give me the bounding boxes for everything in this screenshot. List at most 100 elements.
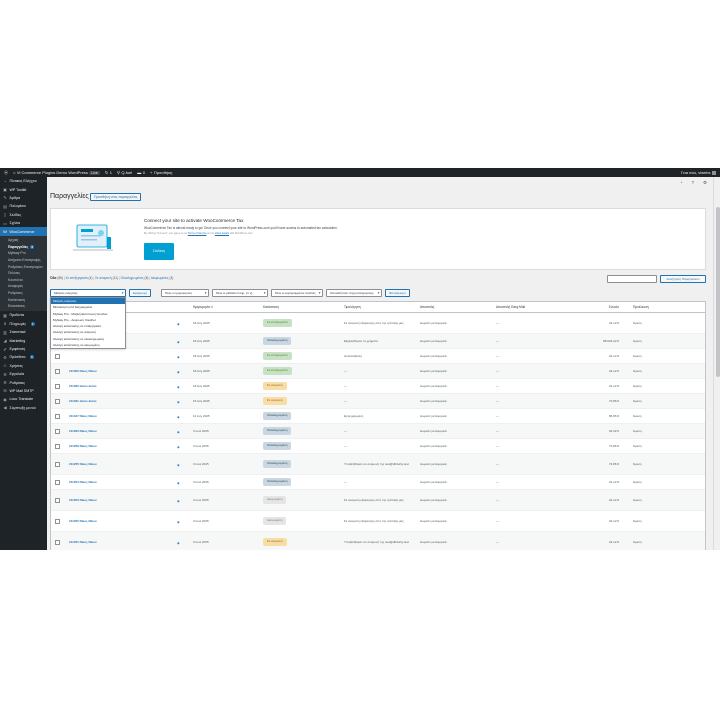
submenu-item[interactable]: Κατάσταση [0,297,47,304]
status-link[interactable]: Ολοκληρωμένες [121,276,144,280]
row-checkbox[interactable] [55,368,60,374]
row-checkbox[interactable] [55,539,60,545]
order-link[interactable]: #11252 Νίκος Νίκου [67,519,175,523]
page-scrollbar[interactable] [713,177,720,550]
preview-eye-icon[interactable]: ◉ [177,499,180,503]
add-order-button[interactable]: Προσθήκη νέας παραγγελίας [90,192,142,201]
submenu-item[interactable]: Πελάτες [0,270,47,277]
bulk-option[interactable]: Αλλαγή κατάστασης σε ακυρωμένη [51,342,125,348]
table-row[interactable]: ◉ 18 Αυγ 2025 Ολοκληρωμένη Εξόφλήθηκαν τα χ… [51,334,705,349]
new-content-link[interactable]: + Προσθήκη [150,170,172,175]
preview-eye-icon[interactable]: ◉ [177,385,180,389]
preview-eye-icon[interactable]: ◉ [177,445,180,449]
order-link[interactable]: #11323 demo demo [67,384,175,388]
row-checkbox[interactable] [55,518,60,524]
order-link[interactable]: #11353 Νίκος Νίκου [67,369,175,373]
status-link[interactable]: Σε επεξεργασία [66,276,88,280]
preview-eye-icon[interactable]: ◉ [177,541,180,545]
table-row[interactable]: #11263 Νίκος Νίκου ◉ 3 Ιουλ 2025 Ολοκληρωμέ… [51,424,705,439]
preview-eye-icon[interactable]: ◉ [177,463,180,467]
table-row[interactable]: #11353 Νίκος Νίκου ◉ 18 Αυγ 2025 Σε επεξεργ… [51,364,705,379]
menu-item-products[interactable]: ▦ Προϊόντα [0,311,47,319]
preview-eye-icon[interactable]: ◉ [177,355,180,359]
order-search-input[interactable] [607,275,657,283]
order-link[interactable]: #11321 demo demo [67,399,175,403]
submenu-item[interactable]: Ρυθμίσεις [0,290,47,297]
menu-item-pages[interactable]: ▯ Σελίδες [0,211,47,219]
submenu-item[interactable]: Αρχική [0,237,47,244]
activity-icon[interactable]: ◔ [680,180,683,186]
table-row[interactable]: #11253 Νίκος Νίκου ◉ 3 Ιουλ 2025 Ακυρωμένη Σ… [51,490,705,511]
row-checkbox[interactable] [55,413,60,419]
status-link[interactable]: Ακυρωμένες [151,276,169,280]
row-checkbox[interactable] [55,479,60,485]
table-row[interactable]: #11323 demo demo ◉ 18 Αυγ 2025 Σε αναμονή — Δ… [51,379,705,394]
menu-item-woocommerce[interactable]: W WooCommerce [0,227,47,236]
menu-item-pin[interactable]: ✎ Άρθρα [0,194,47,202]
order-link[interactable]: #11254 Νίκος Νίκου [67,480,175,484]
search-orders-button[interactable]: Αναζήτηση Παραγγελιών [660,275,706,283]
site-name-link[interactable]: ⌂ Vi Commerce Plugins Demo WordPress Liv… [13,170,100,175]
menu-item-analytics[interactable]: ▥ Στατιστικά [0,328,47,336]
preview-eye-icon[interactable]: ◉ [177,322,180,326]
submenu-item[interactable]: Myfway Pro [0,250,47,257]
col-date[interactable]: Ημερομηνία ⇕ [191,305,261,309]
menu-item-media[interactable]: ▤ Πολυμέσα [0,202,47,210]
row-checkbox[interactable] [55,443,60,449]
order-link[interactable]: #11255 Νίκος Νίκου [67,462,175,466]
account-greeting[interactable]: Γεια σου, viwebs [681,170,716,175]
table-row[interactable]: #11254 Νίκος Νίκου ◉ 3 Ιουλ 2025 Ολοκληρωμέ… [51,475,705,490]
row-checkbox[interactable] [55,428,60,434]
preview-eye-icon[interactable]: ◉ [177,520,180,524]
menu-item-settings[interactable]: ⚙ Ρυθμίσεις [0,378,47,386]
scrollbar-thumb[interactable] [715,207,720,377]
menu-item-tools[interactable]: ⚒ Εργαλεία [0,370,47,378]
row-checkbox[interactable] [55,383,60,389]
wordpress-logo-icon[interactable]: ⓦ [4,170,8,176]
preview-eye-icon[interactable]: ◉ [177,340,180,344]
submenu-item[interactable]: Αιτήματα Επιστροφής [0,257,47,264]
order-link[interactable]: #11253 Νίκος Νίκου [67,498,175,502]
order-link[interactable]: #11251 Νίκος Νίκου [67,540,175,544]
terms-link[interactable]: Terms of Service [188,232,207,235]
table-row[interactable]: #11259 Νίκος Νίκου ◉ 3 Ιουλ 2025 Ολοκληρωμέ… [51,439,705,454]
preview-eye-icon[interactable]: ◉ [177,481,180,485]
search-link[interactable]: ⚲ Q-fuel [117,170,132,175]
status-link[interactable]: Όλα [50,276,56,280]
payment-filter-select[interactable]: Όλοι οι μέθοδοι πληρ. (π.χ) [211,289,268,297]
order-link[interactable]: #11317 Νίκος Νίκου [67,414,175,418]
menu-item-collapse[interactable]: ◀ Σύμπτυξη μενού [0,404,47,412]
table-row[interactable]: #11317 Νίκος Νίκου ◉ 12 Αυγ 2025 Ολοκληρωμέ… [51,409,705,424]
menu-item-translate[interactable]: ◉ Loco Translate [0,395,47,403]
menu-item-payments[interactable]: $ Πληρωμές 1 [0,320,47,328]
menu-item-appearance[interactable]: ✐ Εμφάνιση [0,345,47,353]
menu-item-mail[interactable]: ✉ WP Mail SMTP [0,387,47,395]
menu-item-plugins[interactable]: ⚙ Πρόσθετα 6 [0,353,47,361]
table-row[interactable]: #11255 Νίκος Νίκου ◉ 3 Ιουλ 2025 Ολοκληρωμέ… [51,454,705,475]
menu-item-megaphone[interactable]: ◢ Marketing [0,336,47,344]
preview-eye-icon[interactable]: ◉ [177,415,180,419]
submenu-item[interactable]: Κουπόνια [0,277,47,284]
date-filter-select[interactable]: Όλες οι ημερομηνίες [160,289,209,297]
share-details-link[interactable]: share details [215,232,229,235]
menu-item-dashboard[interactable]: ◔ Πίνακας Ελέγχου [0,177,47,185]
col-total[interactable]: Σύνολο [575,305,623,309]
settings-gear-icon[interactable]: ⚙ [703,180,707,186]
bulk-actions-select[interactable]: Μαζικές ενέργειες [50,289,126,297]
row-checkbox[interactable] [55,398,60,404]
comments-link[interactable]: ▬ 0 [137,170,145,175]
order-link[interactable]: #11263 Νίκος Νίκου [67,429,175,433]
status-link[interactable]: Σε αναμονή [95,276,112,280]
menu-item-comments[interactable]: ▭ Σχόλια [0,219,47,227]
connect-button[interactable]: Σύνδεση [144,243,174,260]
table-row[interactable]: #11252 Νίκος Νίκου ◉ 3 Ιουλ 2025 Ακυρωμένη Σ… [51,511,705,532]
customer-filter-select[interactable]: Όλοι οι εγγεγραμμένοι πελάτες [270,289,323,297]
table-row[interactable]: #11321 demo demo ◉ 15 Αυγ 2025 Σε αναμονή — Δ… [51,394,705,409]
menu-item-toolkit[interactable]: ▣ WP Toolkit [0,185,47,193]
preview-eye-icon[interactable]: ◉ [177,430,180,434]
submenu-item[interactable]: Ρυθμίσεις Επιστροφών [0,264,47,271]
submenu-item[interactable]: Παραγγελίες 6 [0,244,47,251]
submenu-item[interactable]: Αναφορές [0,283,47,290]
origin-filter-select[interactable]: Οποιαδήποτε πηγή καταχώρισης [325,289,382,297]
row-checkbox[interactable] [55,353,60,359]
